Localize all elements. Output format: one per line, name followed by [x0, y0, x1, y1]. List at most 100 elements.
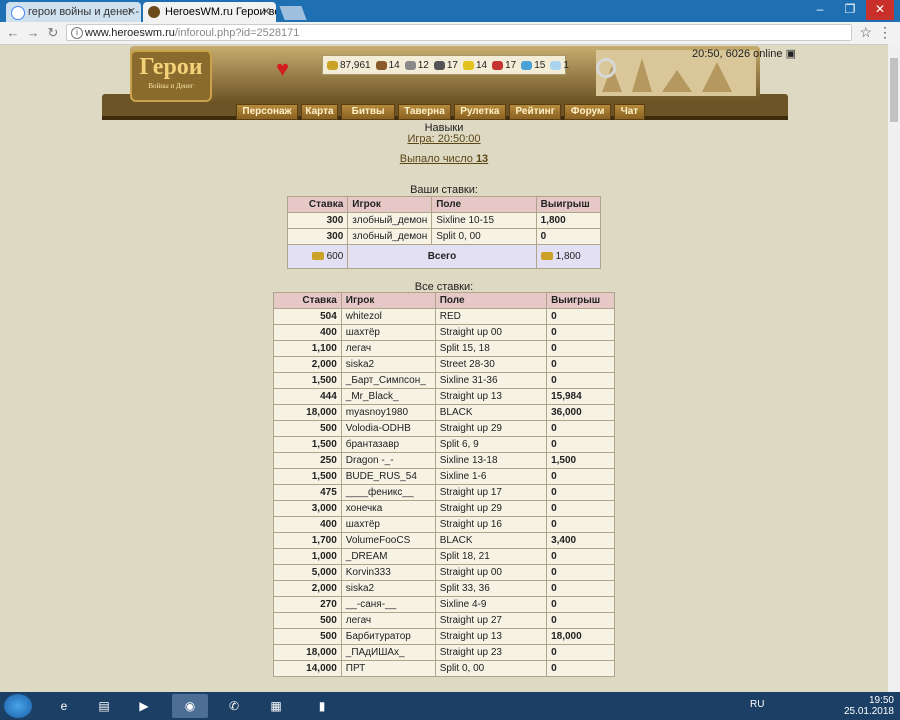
player-cell: myasnoy1980 [340, 404, 436, 421]
close-tab-icon[interactable]: ✕ [262, 2, 271, 22]
scrollbar-thumb[interactable] [890, 58, 898, 122]
win-cell: 0 [546, 468, 615, 485]
ie-icon[interactable]: e [46, 694, 82, 718]
ring-icon [596, 58, 616, 78]
field-cell: RED [434, 308, 548, 325]
network-icon[interactable]: ▦ [258, 694, 294, 718]
url-input[interactable]: i www.heroeswm.ru/inforoul.php?id=252817… [66, 24, 852, 41]
table-row: 5,000 Korvin333 Straight up 00 0 [273, 564, 615, 581]
menu-map[interactable]: Карта [301, 104, 338, 120]
win-cell: 1,800 [535, 212, 602, 229]
result-row: Выпало число 13 [0, 153, 888, 165]
player-cell: Korvin333 [340, 564, 436, 581]
stake-cell: 18,000 [273, 404, 342, 421]
win-cell: 0 [546, 516, 615, 533]
media-player-icon[interactable]: ▶ [126, 694, 162, 718]
field-cell: BLACK [434, 404, 548, 421]
chrome-icon[interactable]: ◉ [172, 694, 208, 718]
browser-tab-2[interactable]: HeroesWM.ru Герои вой ✕ [143, 2, 276, 22]
win-cell: 0 [546, 564, 615, 581]
wood-icon [375, 60, 387, 70]
back-icon[interactable]: ← [4, 24, 22, 42]
browser-tab-1[interactable]: герои войны и денег - ✕ [6, 2, 141, 22]
col-stake: Ставка [273, 292, 342, 309]
table-row: 500 легач Straight up 27 0 [273, 612, 615, 629]
bookmark-star-icon[interactable]: ☆ [859, 24, 872, 41]
menu-forum[interactable]: Форум [564, 104, 611, 120]
language-indicator[interactable]: RU [750, 699, 764, 710]
player-cell: _DREAM [340, 548, 436, 565]
url-host: www.heroeswm.ru [85, 27, 175, 39]
player-cell: _Барт_Симпсон_ [340, 372, 436, 389]
col-player: Игрок [347, 196, 433, 213]
table-row: 2,000 siska2 Split 33, 36 0 [273, 580, 615, 597]
diamond-icon [550, 60, 562, 70]
viber-icon[interactable]: ✆ [216, 694, 252, 718]
win-cell: 0 [546, 580, 615, 597]
online-counter: 20:50, 6026 online ▣ [692, 48, 796, 60]
player-cell: шахтёр [340, 324, 436, 341]
stake-cell: 2,000 [273, 580, 342, 597]
reload-icon[interactable]: ↻ [44, 24, 62, 42]
table-row: 500 Барбитуратор Straight up 13 18,000 [273, 628, 615, 645]
total-win-cell: 1,800 [535, 244, 602, 269]
archive-icon[interactable]: ▮ [304, 694, 340, 718]
logo-subtitle: Войны и Денег [148, 82, 194, 90]
browser-tab-bar: герои войны и денег - ✕ HeroesWM.ru Геро… [0, 0, 900, 22]
browser-menu-icon[interactable]: ⋮ [878, 24, 892, 41]
stake-cell: 1,100 [273, 340, 342, 357]
explorer-icon[interactable]: ▤ [86, 694, 122, 718]
field-cell: Straight up 13 [434, 628, 548, 645]
field-cell: Straight up 00 [434, 564, 548, 581]
stake-cell: 3,000 [273, 500, 342, 517]
menu-character[interactable]: Персонаж [236, 104, 299, 120]
stake-cell: 400 [273, 324, 342, 341]
info-icon[interactable]: i [71, 27, 83, 39]
table-row: 504 whitezol RED 0 [273, 308, 615, 325]
win-cell: 0 [546, 420, 615, 437]
table-row: 1,000 _DREAM Split 18, 21 0 [273, 548, 615, 565]
player-cell: легач [340, 340, 436, 357]
mercury-icon [433, 60, 445, 70]
close-tab-icon[interactable]: ✕ [127, 2, 136, 22]
field-cell: Split 15, 18 [434, 340, 548, 357]
all-bets-table: Ставка Игрок Поле Выигрыш 504 whitezol RED… [273, 292, 615, 677]
forward-icon[interactable]: → [24, 24, 42, 42]
clock[interactable]: 19:50 25.01.2018 [844, 695, 894, 717]
my-bets-title: Ваши ставки: [410, 184, 478, 196]
table-row: 1,500 BUDE_RUS_54 Sixline 1-6 0 [273, 468, 615, 485]
resource-sulfur: 14 [462, 60, 487, 71]
game-link[interactable]: Игра: 20:50:00 [407, 133, 480, 145]
player-cell: злобный_демон [347, 228, 433, 245]
minimize-icon[interactable]: – [806, 0, 834, 20]
heroes-favicon-icon [148, 6, 160, 18]
sulfur-icon [462, 60, 474, 70]
heroes-logo[interactable]: Герои Войны и Денег [130, 50, 212, 102]
resource-diamond: 1 [550, 60, 569, 71]
close-window-icon[interactable]: ✕ [866, 0, 894, 20]
menu-tavern[interactable]: Таверна [398, 104, 451, 120]
result-link[interactable]: Выпало число 13 [400, 153, 488, 165]
crystal-icon [492, 60, 504, 70]
page-scrollbar[interactable] [888, 44, 900, 692]
new-tab-button[interactable] [279, 6, 307, 20]
player-cell: брантазавр [340, 436, 436, 453]
start-button[interactable] [4, 694, 32, 718]
table-row: 400 шахтёр Straight up 16 0 [273, 516, 615, 533]
stake-cell: 250 [273, 452, 342, 469]
menu-rating[interactable]: Рейтинг [509, 104, 562, 120]
col-win: Выигрыш [535, 196, 602, 213]
menu-chat[interactable]: Чат [613, 104, 645, 120]
stake-cell: 475 [273, 484, 342, 501]
player-cell: Барбитуратор [340, 628, 436, 645]
menu-battles[interactable]: Битвы [340, 104, 396, 120]
total-stake-cell: 600 [286, 244, 349, 269]
maximize-icon[interactable]: ❐ [836, 0, 864, 20]
menu-roulette[interactable]: Рулетка [453, 104, 506, 120]
resource-wood: 14 [375, 60, 400, 71]
clock-date: 25.01.2018 [843, 706, 894, 717]
field-cell: BLACK [434, 532, 548, 549]
stake-cell: 444 [273, 388, 342, 405]
table-row: 500 Volodia-ODHB Straight up 29 0 [273, 420, 615, 437]
player-cell: siska2 [340, 356, 436, 373]
